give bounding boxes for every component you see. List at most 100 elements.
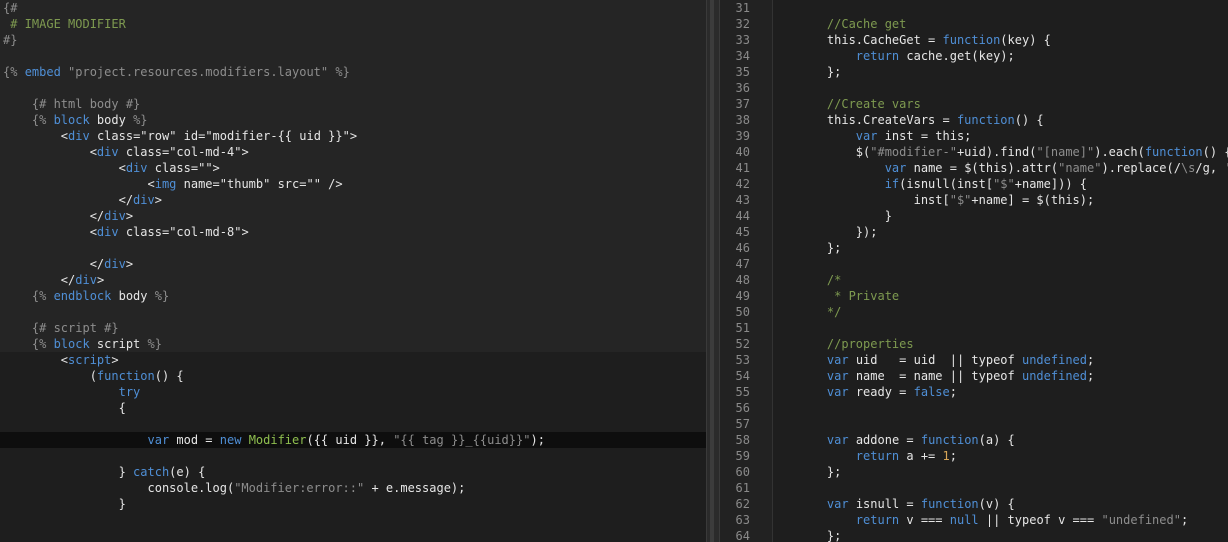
code-token: new [219, 433, 242, 447]
code-token: () { [1014, 113, 1044, 127]
code-line[interactable]: 52 //properties [720, 336, 1228, 352]
code-line[interactable]: 60 }; [720, 464, 1228, 480]
code-token: class= [147, 161, 199, 175]
code-line[interactable]: 39 var inst = this; [720, 128, 1228, 144]
code-line[interactable]: {% embed "project.resources.modifiers.la… [0, 64, 706, 80]
code-line[interactable]: 43 inst["$"+name] = $(this); [720, 192, 1228, 208]
code-token: "col-md-4" [169, 145, 242, 159]
code-line[interactable] [0, 304, 706, 320]
code-line[interactable]: 40 $("#modifier-"+uid).find("[name]").ea… [720, 144, 1228, 160]
code-token: { [3, 401, 126, 415]
code-token: () { [1202, 145, 1228, 159]
code-line[interactable]: 64 }; [720, 528, 1228, 542]
right-code-lines[interactable]: 31 32 //Cache get 33 this.CacheGet = funct… [720, 0, 1228, 542]
code-line[interactable]: try [0, 384, 706, 400]
code-token: > [241, 145, 249, 159]
code-line[interactable]: #} [0, 32, 706, 48]
code-token: inst = this; [877, 129, 972, 143]
code-line[interactable]: </div> [0, 208, 706, 224]
code-line[interactable]: 55 var ready = false; [720, 384, 1228, 400]
code-text: <div class="row" id="modifier-{{ uid }}"… [3, 128, 357, 144]
code-line[interactable]: var mod = new Modifier({{ uid }}, "{{ ta… [0, 432, 706, 448]
right-editor-pane[interactable]: 31 32 //Cache get 33 this.CacheGet = funct… [720, 0, 1228, 542]
code-line[interactable]: 44 } [720, 208, 1228, 224]
code-line[interactable] [0, 80, 706, 96]
code-line[interactable]: 47 [720, 256, 1228, 272]
code-line[interactable] [0, 416, 706, 432]
code-token: block [53, 337, 90, 351]
code-token: name = name || typeof [848, 369, 1022, 383]
code-line[interactable]: {% block body %} [0, 112, 706, 128]
code-token: name= [176, 177, 220, 191]
code-line[interactable]: } [0, 496, 706, 512]
code-token: %} [335, 65, 350, 79]
code-line[interactable]: } catch(e) { [0, 464, 706, 480]
code-token: # IMAGE MODIFIER [3, 17, 126, 31]
code-line[interactable]: 53 var uid = uid || typeof undefined; [720, 352, 1228, 368]
code-line[interactable]: {# html body #} [0, 96, 706, 112]
code-line[interactable]: {# [0, 0, 706, 16]
code-line[interactable]: 58 var addone = function(a) { [720, 432, 1228, 448]
code-line[interactable]: 59 return a += 1; [720, 448, 1228, 464]
code-line[interactable]: <div class=""> [0, 160, 706, 176]
code-line[interactable]: 31 [720, 0, 1228, 16]
code-line[interactable]: 48 /* [720, 272, 1228, 288]
left-editor-pane[interactable]: {# # IMAGE MODIFIER #} {% embed "project.r… [0, 0, 706, 542]
code-token: %} [147, 337, 162, 351]
code-line[interactable]: 62 var isnull = function(v) { [720, 496, 1228, 512]
code-token: "$" [949, 193, 972, 207]
code-line[interactable]: <div class="col-md-4"> [0, 144, 706, 160]
code-text: <script> [3, 352, 119, 368]
pane-splitter[interactable] [706, 0, 720, 542]
code-token: > [154, 193, 162, 207]
code-line[interactable]: # IMAGE MODIFIER [0, 16, 706, 32]
code-token: endblock [53, 289, 112, 303]
code-token: </ [3, 209, 105, 223]
code-line[interactable]: 63 return v === null || typeof v === "un… [720, 512, 1228, 528]
code-text: </div> [3, 272, 104, 288]
code-line[interactable]: 57 [720, 416, 1228, 432]
code-line[interactable]: 50 */ [720, 304, 1228, 320]
code-token: block [53, 113, 90, 127]
code-line[interactable]: {# script #} [0, 320, 706, 336]
left-code-lines[interactable]: {# # IMAGE MODIFIER #} {% embed "project.r… [0, 0, 706, 528]
code-line[interactable]: 32 //Cache get [720, 16, 1228, 32]
code-line[interactable]: 41 var name = $(this).attr("name").repla… [720, 160, 1228, 176]
code-line[interactable]: <div class="row" id="modifier-{{ uid }}"… [0, 128, 706, 144]
code-line[interactable]: 42 if(isnull(inst["$"+name])) { [720, 176, 1228, 192]
code-text: this.CacheGet = function(key) { [798, 32, 1051, 48]
code-line[interactable]: (function() { [0, 368, 706, 384]
code-line[interactable]: { [0, 400, 706, 416]
code-line[interactable] [0, 448, 706, 464]
code-line[interactable]: {% block script %} [0, 336, 706, 352]
code-line[interactable]: 51 [720, 320, 1228, 336]
code-line[interactable] [0, 48, 706, 64]
code-line[interactable]: 45 }); [720, 224, 1228, 240]
splitter-handle[interactable] [710, 0, 714, 542]
code-line[interactable]: <div class="col-md-8"> [0, 224, 706, 240]
code-line[interactable]: 56 [720, 400, 1228, 416]
code-token: div [133, 193, 155, 207]
code-line[interactable]: </div> [0, 256, 706, 272]
code-line[interactable] [0, 240, 706, 256]
code-text: //Create vars [798, 96, 921, 112]
code-line[interactable]: console.log("Modifier:error::" + e.messa… [0, 480, 706, 496]
code-line[interactable]: 37 //Create vars [720, 96, 1228, 112]
code-line[interactable]: 54 var name = name || typeof undefined; [720, 368, 1228, 384]
code-token: null [949, 513, 979, 527]
code-line[interactable] [0, 512, 706, 528]
code-line[interactable]: 38 this.CreateVars = function() { [720, 112, 1228, 128]
code-line[interactable]: </div> [0, 192, 706, 208]
code-line[interactable]: {% endblock body %} [0, 288, 706, 304]
code-line[interactable]: 61 [720, 480, 1228, 496]
code-line[interactable]: 49 * Private [720, 288, 1228, 304]
code-line[interactable]: 34 return cache.get(key); [720, 48, 1228, 64]
code-line[interactable]: </div> [0, 272, 706, 288]
code-line[interactable]: 33 this.CacheGet = function(key) { [720, 32, 1228, 48]
code-line[interactable]: 35 }; [720, 64, 1228, 80]
code-line[interactable]: 46 }; [720, 240, 1228, 256]
code-line[interactable]: <img name="thumb" src="" /> [0, 176, 706, 192]
code-line[interactable]: <script> [0, 352, 706, 368]
code-line[interactable]: 36 [720, 80, 1228, 96]
